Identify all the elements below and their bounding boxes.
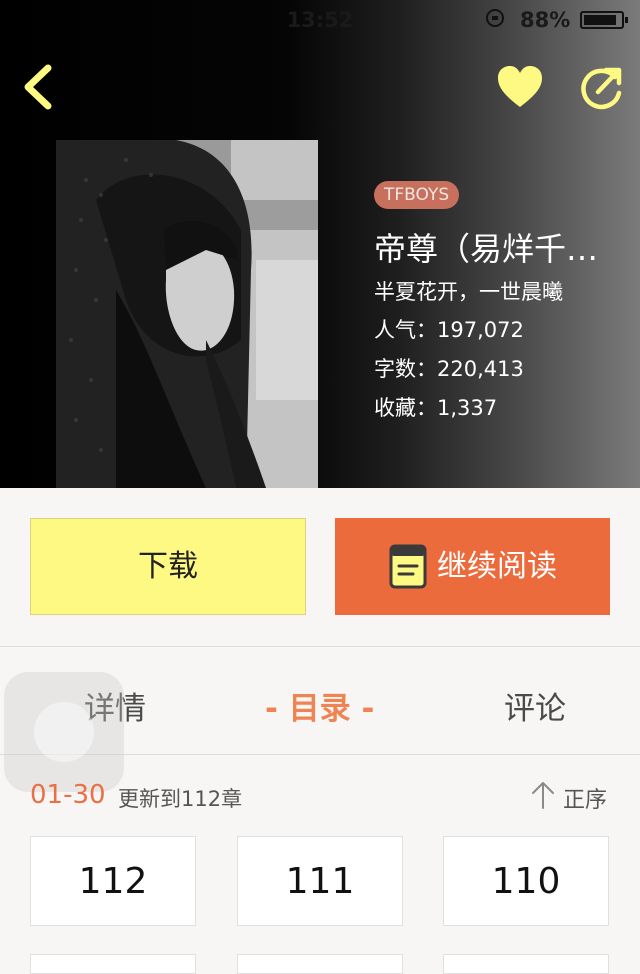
- chapter-button[interactable]: [30, 954, 196, 974]
- book-tag[interactable]: TFBOYS: [374, 181, 460, 209]
- tab-contents[interactable]: - 目录 -: [265, 683, 374, 728]
- book-icon: [389, 544, 427, 589]
- status-bar: 13:52 88%: [0, 0, 640, 40]
- chevron-left-icon[interactable]: [18, 62, 58, 112]
- orientation-lock-icon: [486, 9, 504, 27]
- share-icon[interactable]: [576, 63, 626, 113]
- heart-icon[interactable]: [496, 65, 544, 111]
- chapter-button[interactable]: 112: [30, 836, 196, 926]
- chapter-button[interactable]: 110: [443, 836, 609, 926]
- sort-toggle[interactable]: 正序: [530, 780, 620, 813]
- continue-reading-button[interactable]: 继续阅读: [335, 518, 610, 615]
- book-favorites: 收藏：1,337: [374, 396, 498, 420]
- download-button[interactable]: 下载: [30, 518, 306, 615]
- book-cover-image: [56, 140, 318, 488]
- battery-fill: [584, 15, 616, 25]
- chapter-range[interactable]: 01-30: [30, 780, 106, 810]
- chapter-button[interactable]: [443, 954, 609, 974]
- assistive-touch-ring: [34, 702, 94, 762]
- chapter-button[interactable]: [237, 954, 403, 974]
- book-hero: 13:52 88% TFBOYS 帝尊（易烊千… 半夏花开，一世晨曦 人气：19…: [0, 0, 640, 488]
- book-author: 半夏花开，一世晨曦: [374, 280, 563, 304]
- continue-reading-label: 继续阅读: [437, 549, 557, 584]
- battery-icon: [580, 11, 628, 29]
- book-title: 帝尊（易烊千…: [374, 230, 599, 268]
- book-popularity: 人气：197,072: [374, 318, 524, 342]
- arrow-up-icon: [532, 782, 554, 809]
- update-status: 更新到112章: [118, 787, 243, 811]
- battery-percent: 88%: [520, 8, 571, 32]
- book-word-count: 字数：220,413: [374, 357, 524, 381]
- assistive-touch-button[interactable]: [4, 672, 124, 792]
- chapter-button[interactable]: 111: [237, 836, 403, 926]
- tab-comments[interactable]: 评论: [504, 683, 566, 728]
- sort-label: 正序: [563, 788, 608, 813]
